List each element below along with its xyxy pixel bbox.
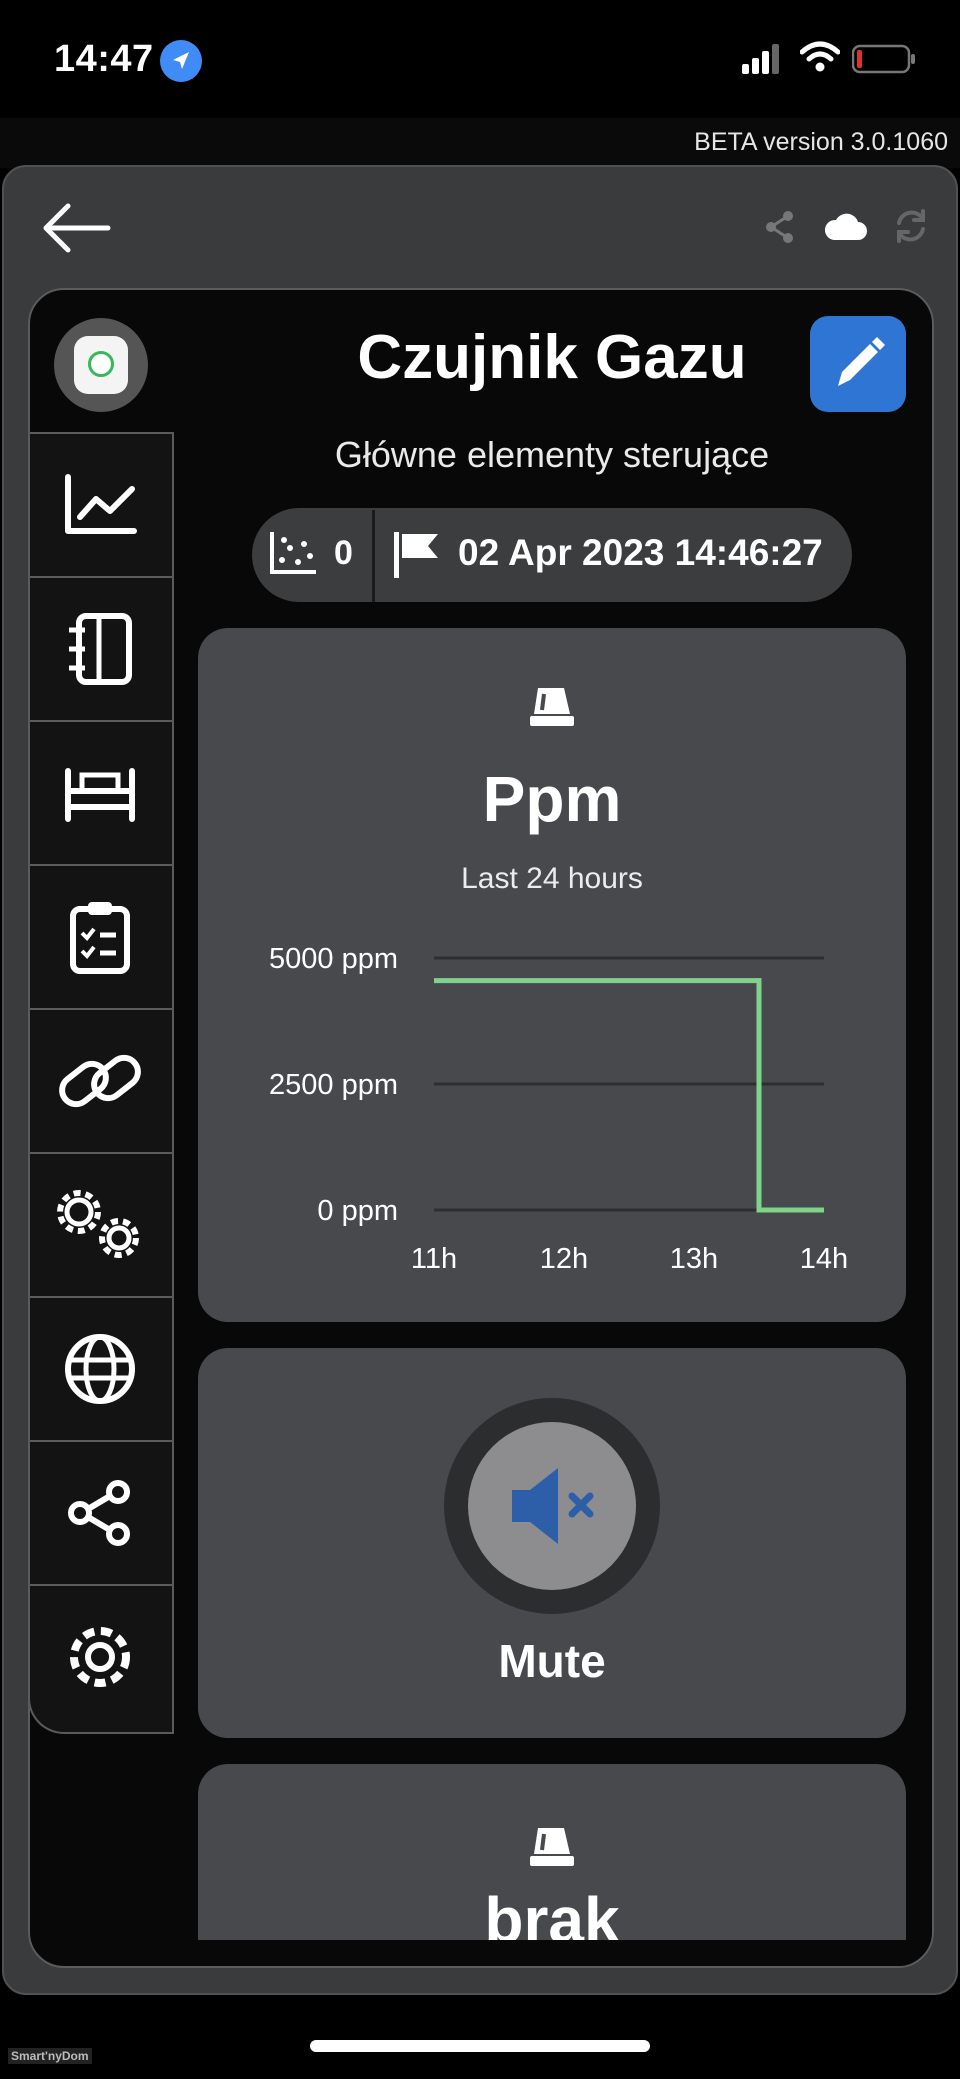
speaker-mute-icon [512,1468,594,1544]
refresh-button[interactable] [894,208,928,244]
chart-line-icon [65,474,137,534]
x-tick-label: 14h [800,1243,848,1275]
mute-label: Mute [498,1635,606,1687]
beta-version-label: BETA version 3.0.1060 [694,128,948,156]
sidebar-item-notebook[interactable] [28,576,174,720]
info-separator [372,510,375,602]
siren-icon [530,1828,574,1866]
share-button[interactable] [764,210,796,244]
wifi-icon [800,41,840,72]
sidebar-item-checklist[interactable] [28,864,174,1008]
x-tick-label: 12h [540,1243,588,1275]
cloud-button[interactable] [822,210,868,242]
notebook-icon [69,613,132,685]
back-button[interactable] [38,198,114,258]
flag-icon [394,532,438,578]
refresh-icon [897,209,925,243]
battery-icon [852,44,915,74]
x-tick-label: 13h [670,1243,718,1275]
link-icon [59,1054,141,1108]
last-update-timestamp: 02 Apr 2023 14:46:27 [458,532,823,573]
share-icon [766,211,793,243]
location-arrow-icon [160,40,202,82]
edit-button[interactable] [810,316,906,412]
ppm-title: Ppm [482,763,622,835]
sidebar-item-share[interactable] [28,1440,174,1584]
sidebar-item-bed[interactable] [28,720,174,864]
frame-bottom [174,1940,926,1966]
section-subtitle: Główne elementy sterujące [334,434,770,475]
share-nodes-icon [68,1480,130,1546]
y-tick-label: 2500 ppm [269,1069,398,1101]
pencil-icon [838,337,885,386]
alarm-status-title: brak [484,1884,620,1940]
y-tick-label: 5000 ppm [269,943,398,975]
ppm-chart: 5000 ppm 2500 ppm 0 ppm 11h 12h 13h 14h [269,943,848,1275]
sensor-led [88,351,114,377]
clipboard-check-icon [70,902,130,974]
globe-icon [65,1334,135,1404]
event-count: 0 [334,534,353,572]
mute-button[interactable] [468,1422,636,1590]
watermark: Smart'nyDom [8,2048,92,2064]
cloud-icon [824,213,867,240]
sidebar-item-settings[interactable] [28,1584,174,1728]
siren-icon [530,688,574,726]
scatter-chart-icon [270,532,316,574]
bed-icon [65,768,135,822]
series-line [434,978,824,1213]
sidebar-item-network[interactable] [28,1296,174,1440]
status-time: 14:47 [54,38,154,80]
y-tick-label: 0 ppm [317,1195,398,1227]
x-tick-label: 11h [411,1243,457,1275]
gears-icon [57,1190,139,1258]
sidebar-item-automation[interactable] [28,1152,174,1296]
signal-icon [742,44,779,74]
sidebar-item-chart[interactable] [28,432,174,576]
home-indicator[interactable] [310,2040,650,2052]
ppm-subtitle: Last 24 hours [461,862,643,895]
settings-gear-icon [70,1627,130,1687]
device-avatar [54,318,148,412]
arrow-left-icon [43,203,111,253]
sidebar-item-links[interactable] [28,1008,174,1152]
